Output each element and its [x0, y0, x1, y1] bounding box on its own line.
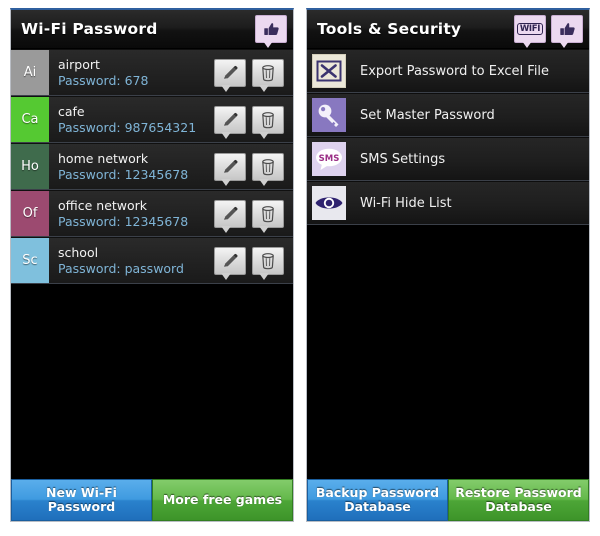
- list-item[interactable]: Wi-Fi Hide List: [307, 181, 589, 225]
- right-phone-frame: Tools & Security WIFI Export Password to…: [300, 0, 600, 536]
- thumbs-up-icon[interactable]: [255, 15, 287, 48]
- backup-button-line2: Database: [344, 499, 411, 514]
- list-item[interactable]: Export Password to Excel File: [307, 49, 589, 93]
- pencil-icon[interactable]: [214, 58, 246, 92]
- restore-button-line2: Database: [485, 499, 552, 514]
- page-title: Wi-Fi Password: [21, 20, 158, 38]
- avatar-initials: Sc: [22, 253, 38, 268]
- avatar: Of: [11, 191, 49, 236]
- network-password: Password: password: [58, 260, 184, 276]
- left-phone-frame: Wi-Fi Password Ai airport Password: 678 …: [0, 0, 300, 536]
- tools-list: Export Password to Excel File Set Master…: [307, 49, 589, 479]
- tool-label: SMS Settings: [360, 151, 446, 167]
- network-password: Password: 987654321: [58, 119, 197, 135]
- thumbs-up-icon[interactable]: [551, 15, 583, 48]
- avatar-initials: Of: [22, 206, 38, 221]
- trash-icon[interactable]: [252, 105, 284, 139]
- excel-export-icon: [310, 52, 348, 90]
- trash-icon[interactable]: [252, 58, 284, 92]
- network-info: home network Password: 12345678: [49, 144, 214, 189]
- network-ssid: cafe: [58, 103, 85, 119]
- table-row[interactable]: Ai airport Password: 678: [11, 49, 293, 96]
- avatar: Ai: [11, 50, 49, 95]
- network-info: cafe Password: 987654321: [49, 97, 214, 142]
- row-actions: [214, 191, 293, 236]
- pencil-icon[interactable]: [214, 246, 246, 280]
- network-password: Password: 12345678: [58, 166, 189, 182]
- table-row[interactable]: Ca cafe Password: 987654321: [11, 96, 293, 143]
- row-actions: [214, 97, 293, 142]
- new-wifi-password-button[interactable]: New Wi-Fi Password: [11, 479, 152, 521]
- wifi-badge-label: WIFI: [516, 22, 544, 36]
- left-titlebar-actions: [255, 15, 287, 48]
- page-title: Tools & Security: [317, 20, 462, 38]
- restore-button-line1: Restore Password: [455, 485, 582, 500]
- more-free-games-button[interactable]: More free games: [152, 479, 293, 521]
- tool-label: Set Master Password: [360, 107, 495, 123]
- left-titlebar: Wi-Fi Password: [11, 10, 293, 49]
- avatar: Ca: [11, 97, 49, 142]
- pencil-icon[interactable]: [214, 152, 246, 186]
- list-item[interactable]: SMS SMS Settings: [307, 137, 589, 181]
- wifi-password-screen: Wi-Fi Password Ai airport Password: 678 …: [10, 8, 294, 522]
- avatar-initials: Ho: [21, 159, 39, 174]
- tool-label: Wi-Fi Hide List: [360, 195, 452, 211]
- avatar: Ho: [11, 144, 49, 189]
- trash-icon[interactable]: [252, 246, 284, 280]
- screenshot-root: Wi-Fi Password Ai airport Password: 678 …: [0, 0, 600, 536]
- backup-password-database-button[interactable]: Backup Password Database: [307, 479, 448, 521]
- table-row[interactable]: Sc school Password: password: [11, 237, 293, 284]
- network-info: airport Password: 678: [49, 50, 214, 95]
- tool-label: Export Password to Excel File: [360, 63, 550, 79]
- wifi-badge-icon[interactable]: WIFI: [514, 15, 546, 48]
- right-titlebar-actions: WIFI: [514, 15, 583, 48]
- network-ssid: office network: [58, 197, 148, 213]
- row-actions: [214, 144, 293, 189]
- right-bottom-bar: Backup Password Database Restore Passwor…: [307, 479, 589, 521]
- trash-icon[interactable]: [252, 199, 284, 233]
- row-actions: [214, 238, 293, 283]
- trash-icon[interactable]: [252, 152, 284, 186]
- list-item[interactable]: Set Master Password: [307, 93, 589, 137]
- pencil-icon[interactable]: [214, 105, 246, 139]
- avatar-initials: Ai: [23, 65, 37, 80]
- network-password: Password: 678: [58, 72, 149, 88]
- avatar-initials: Ca: [21, 112, 39, 127]
- table-row[interactable]: Of office network Password: 12345678: [11, 190, 293, 237]
- table-row[interactable]: Ho home network Password: 12345678: [11, 143, 293, 190]
- restore-password-database-button[interactable]: Restore Password Database: [448, 479, 589, 521]
- key-icon: [310, 96, 348, 134]
- sms-icon: SMS: [310, 140, 348, 178]
- avatar: Sc: [11, 238, 49, 283]
- network-password: Password: 12345678: [58, 213, 189, 229]
- eye-icon: [310, 184, 348, 222]
- wifi-network-list: Ai airport Password: 678 Ca cafe Passwor…: [11, 49, 293, 479]
- tools-security-screen: Tools & Security WIFI Export Password to…: [306, 8, 590, 522]
- right-titlebar: Tools & Security WIFI: [307, 10, 589, 49]
- network-ssid: home network: [58, 150, 149, 166]
- backup-button-line1: Backup Password: [315, 485, 440, 500]
- pencil-icon[interactable]: [214, 199, 246, 233]
- left-bottom-bar: New Wi-Fi Password More free games: [11, 479, 293, 521]
- network-ssid: school: [58, 244, 99, 260]
- network-info: school Password: password: [49, 238, 214, 283]
- network-ssid: airport: [58, 56, 100, 72]
- network-info: office network Password: 12345678: [49, 191, 214, 236]
- svg-text:SMS: SMS: [319, 154, 340, 164]
- row-actions: [214, 50, 293, 95]
